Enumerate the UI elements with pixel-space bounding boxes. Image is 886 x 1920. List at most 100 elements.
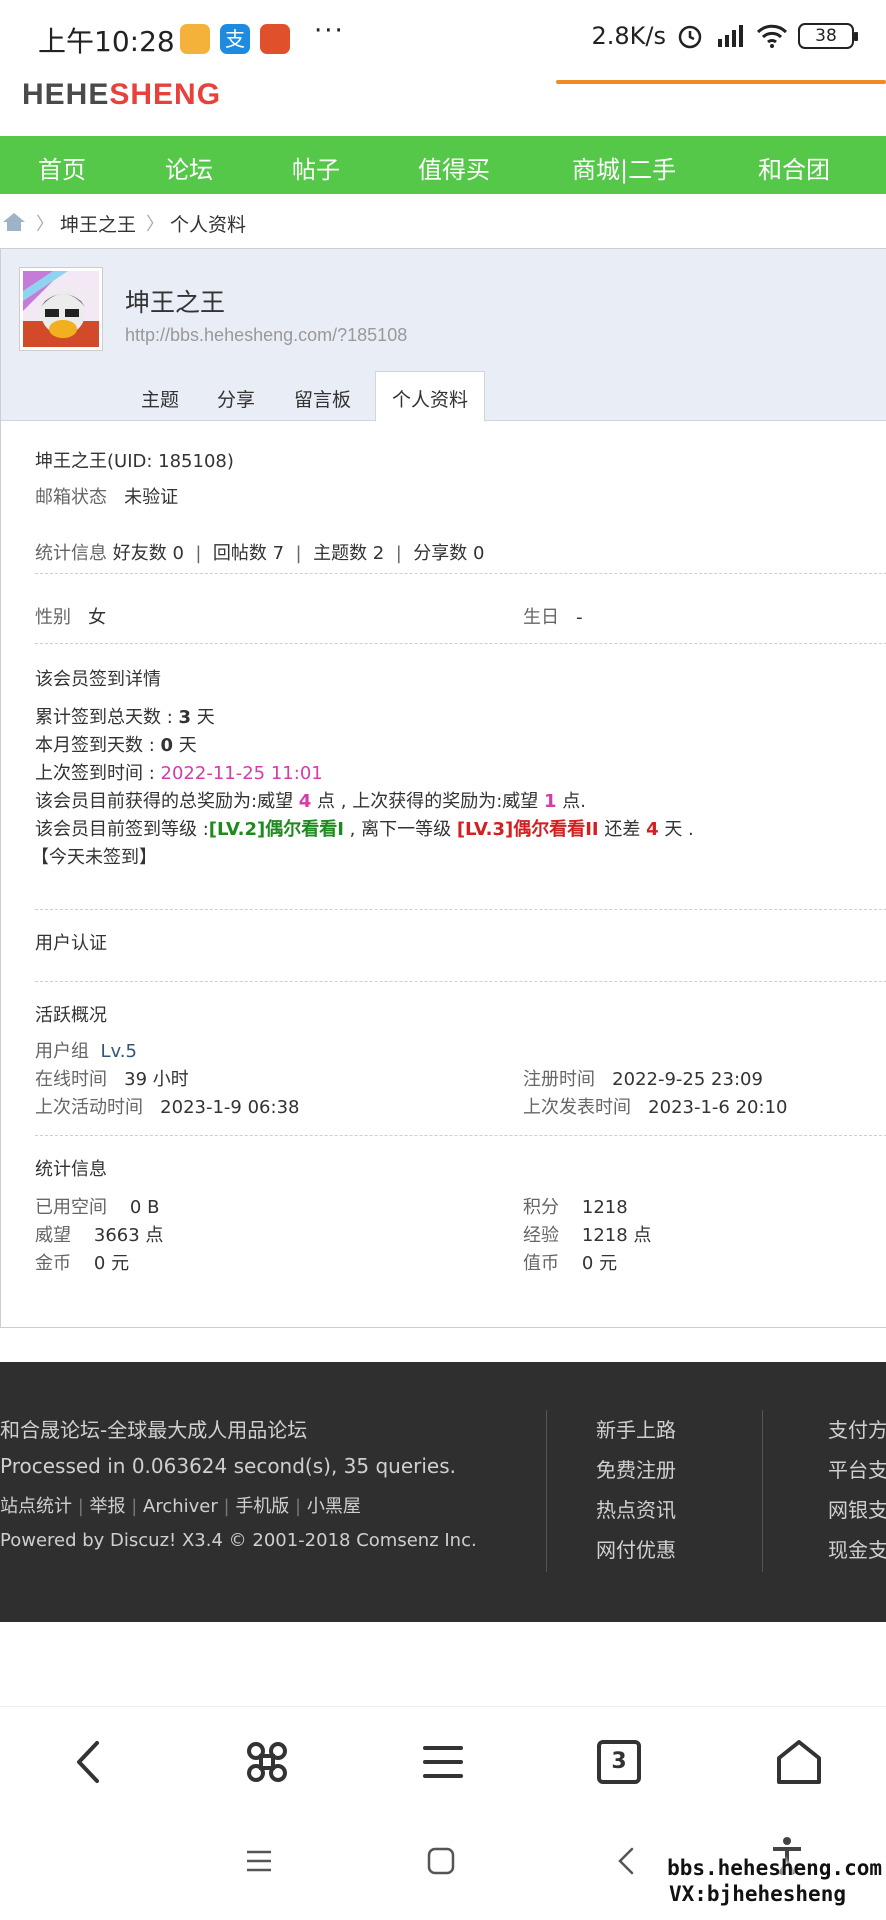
stats-title: 统计信息 [35, 1159, 107, 1180]
friends-count[interactable]: 好友数 0 [113, 543, 184, 564]
nav-mall[interactable]: 商城|二手 [572, 150, 676, 185]
signin-level: 该会员目前签到等级 :[LV.2]偶尔看看I , 离下一等级 [LV.3]偶尔看… [35, 819, 694, 840]
footer-link-pay-method[interactable]: 支付方 [828, 1414, 886, 1443]
section-divider [35, 573, 886, 574]
auth-title: 用户认证 [35, 933, 107, 954]
back-triangle-icon[interactable] [614, 1846, 638, 1876]
footer-link-news[interactable]: 热点资讯 [596, 1494, 676, 1523]
signin-month: 本月签到天数 : 0 天 [35, 735, 197, 756]
home-button[interactable] [772, 1735, 826, 1789]
section-divider [35, 981, 886, 982]
signin-total: 累计签到总天数 : 3 天 [35, 707, 215, 728]
shares-count[interactable]: 分享数 0 [413, 543, 484, 564]
user-group: 用户组 Lv.5 [35, 1041, 137, 1062]
footer-link-newbie[interactable]: 新手上路 [596, 1414, 676, 1443]
tabs-button[interactable]: 3 [592, 1735, 646, 1789]
menu-icon [423, 1746, 463, 1778]
online-time: 在线时间 39 小时 [35, 1069, 189, 1090]
avatar[interactable] [19, 267, 103, 351]
profile-url[interactable]: http://bbs.hehesheng.com/?185108 [125, 325, 407, 346]
battery-icon: 38 [798, 23, 858, 49]
notes-app-icon [180, 24, 210, 54]
footer-link-register[interactable]: 免费注册 [596, 1454, 676, 1483]
home-square-icon[interactable] [426, 1846, 456, 1876]
footer-site-name: 和合晟论坛-全球最大成人用品论坛 [0, 1418, 308, 1442]
breadcrumb-current: 个人资料 [170, 214, 247, 236]
user-name-uid: 坤王之王(UID: 185108) [35, 451, 234, 472]
threads-count[interactable]: 主题数 2 [313, 543, 384, 564]
user-group-link[interactable]: Lv.5 [100, 1041, 136, 1062]
clock: 上午10:28 [38, 25, 175, 58]
footer-link-platform-pay[interactable]: 平台支 [828, 1454, 886, 1483]
nav-forum[interactable]: 论坛 [165, 150, 213, 185]
footer-link-stats[interactable]: 站点统计 [0, 1496, 72, 1517]
footer-link-cash-pay[interactable]: 现金支 [828, 1534, 886, 1563]
back-icon [77, 1741, 99, 1783]
signin-last: 上次签到时间 : 2022-11-25 11:01 [35, 763, 323, 784]
status-indicators: 2.8K/s 38 [591, 22, 858, 50]
nav-group-buy[interactable]: 和合团 [758, 150, 830, 185]
alarm-icon [678, 25, 702, 49]
nav-home[interactable]: 首页 [38, 150, 86, 185]
accent-line [556, 80, 886, 84]
footer-link-payment-deals[interactable]: 网付优惠 [596, 1534, 676, 1563]
site-header: HEHESHENG [0, 70, 886, 136]
tab-count-icon: 3 [597, 1740, 641, 1784]
last-post-time: 上次发表时间 2023-1-6 20:10 [523, 1097, 788, 1118]
alipay-app-icon: 支 [220, 24, 250, 54]
back-button[interactable] [62, 1735, 116, 1789]
main-nav: 首页 论坛 帖子 值得买 商城|二手 和合团 [0, 136, 886, 194]
stats-summary: 统计信息 好友数 0 | 回帖数 7 | 主题数 2 | 分享数 0 [35, 543, 485, 564]
mascot-app-icon [260, 24, 290, 54]
menu-button[interactable] [416, 1735, 470, 1789]
footer-divider [762, 1410, 763, 1572]
footer-link-mobile[interactable]: 手机版 [235, 1496, 289, 1517]
network-speed: 2.8K/s [591, 22, 667, 50]
nav-deals[interactable]: 值得买 [418, 150, 490, 185]
email-status: 邮箱状态 未验证 [35, 487, 179, 508]
footer-link-archiver[interactable]: Archiver [143, 1496, 218, 1517]
house-icon [777, 1740, 821, 1784]
footer-link-blackroom[interactable]: 小黑屋 [307, 1496, 361, 1517]
breadcrumb-separator-icon: 〉 [146, 214, 164, 235]
breadcrumb-separator-icon: 〉 [36, 214, 54, 235]
watermark-wechat: VX:bjhehesheng [668, 1882, 846, 1906]
section-divider [35, 643, 886, 644]
replies-count[interactable]: 回帖数 7 [213, 543, 284, 564]
tab-profile[interactable]: 个人资料 [375, 371, 486, 422]
profile-tabs: 主题 分享 留言板 个人资料 [1, 371, 886, 422]
system-nav-bar: bbs.hehesheng.com VX:bjhehesheng [0, 1816, 886, 1920]
tab-guestbook[interactable]: 留言板 [294, 385, 351, 412]
profile-header: 坤王之王 http://bbs.hehesheng.com/?185108 主题… [1, 249, 886, 422]
birthday-row: 生日 - [523, 607, 583, 628]
footer-link-report[interactable]: 举报 [90, 1496, 126, 1517]
experience: 经验 1218 点 [523, 1225, 652, 1246]
points: 积分 1218 [523, 1197, 628, 1218]
recents-icon[interactable] [244, 1848, 274, 1874]
wifi-icon [756, 24, 788, 48]
nav-posts[interactable]: 帖子 [292, 150, 340, 185]
tab-shares[interactable]: 分享 [217, 385, 255, 412]
breadcrumb-user[interactable]: 坤王之王 [60, 210, 136, 237]
shortcuts-button[interactable] [240, 1735, 294, 1789]
tab-threads[interactable]: 主题 [141, 385, 179, 412]
avatar-image [23, 271, 99, 347]
activity-title: 活跃概况 [35, 1005, 107, 1026]
footer-link-bank-pay[interactable]: 网银支 [828, 1494, 886, 1523]
last-active-time: 上次活动时间 2023-1-9 06:38 [35, 1097, 300, 1118]
site-logo[interactable]: HEHESHENG [22, 78, 221, 112]
profile-username: 坤王之王 [125, 288, 226, 317]
footer-divider [546, 1410, 547, 1572]
signin-title: 该会员签到详情 [35, 669, 161, 690]
more-notifications-icon: ··· [314, 16, 345, 46]
footer-links: 站点统计 | 举报 | Archiver | 手机版 | 小黑屋 [0, 1496, 361, 1517]
home-icon[interactable] [2, 212, 26, 232]
footer-powered: Powered by Discuz! X3.4 © 2001-2018 Coms… [0, 1530, 477, 1551]
section-divider [35, 909, 886, 910]
used-space: 已用空间 0 B [35, 1197, 160, 1218]
watermark-site: bbs.hehesheng.com [667, 1856, 882, 1880]
gender-row: 性别 女 [35, 607, 107, 628]
footer-processed: Processed in 0.063624 second(s), 35 quer… [0, 1454, 457, 1478]
section-divider [35, 1135, 886, 1136]
register-time: 注册时间 2022-9-25 23:09 [523, 1069, 763, 1090]
